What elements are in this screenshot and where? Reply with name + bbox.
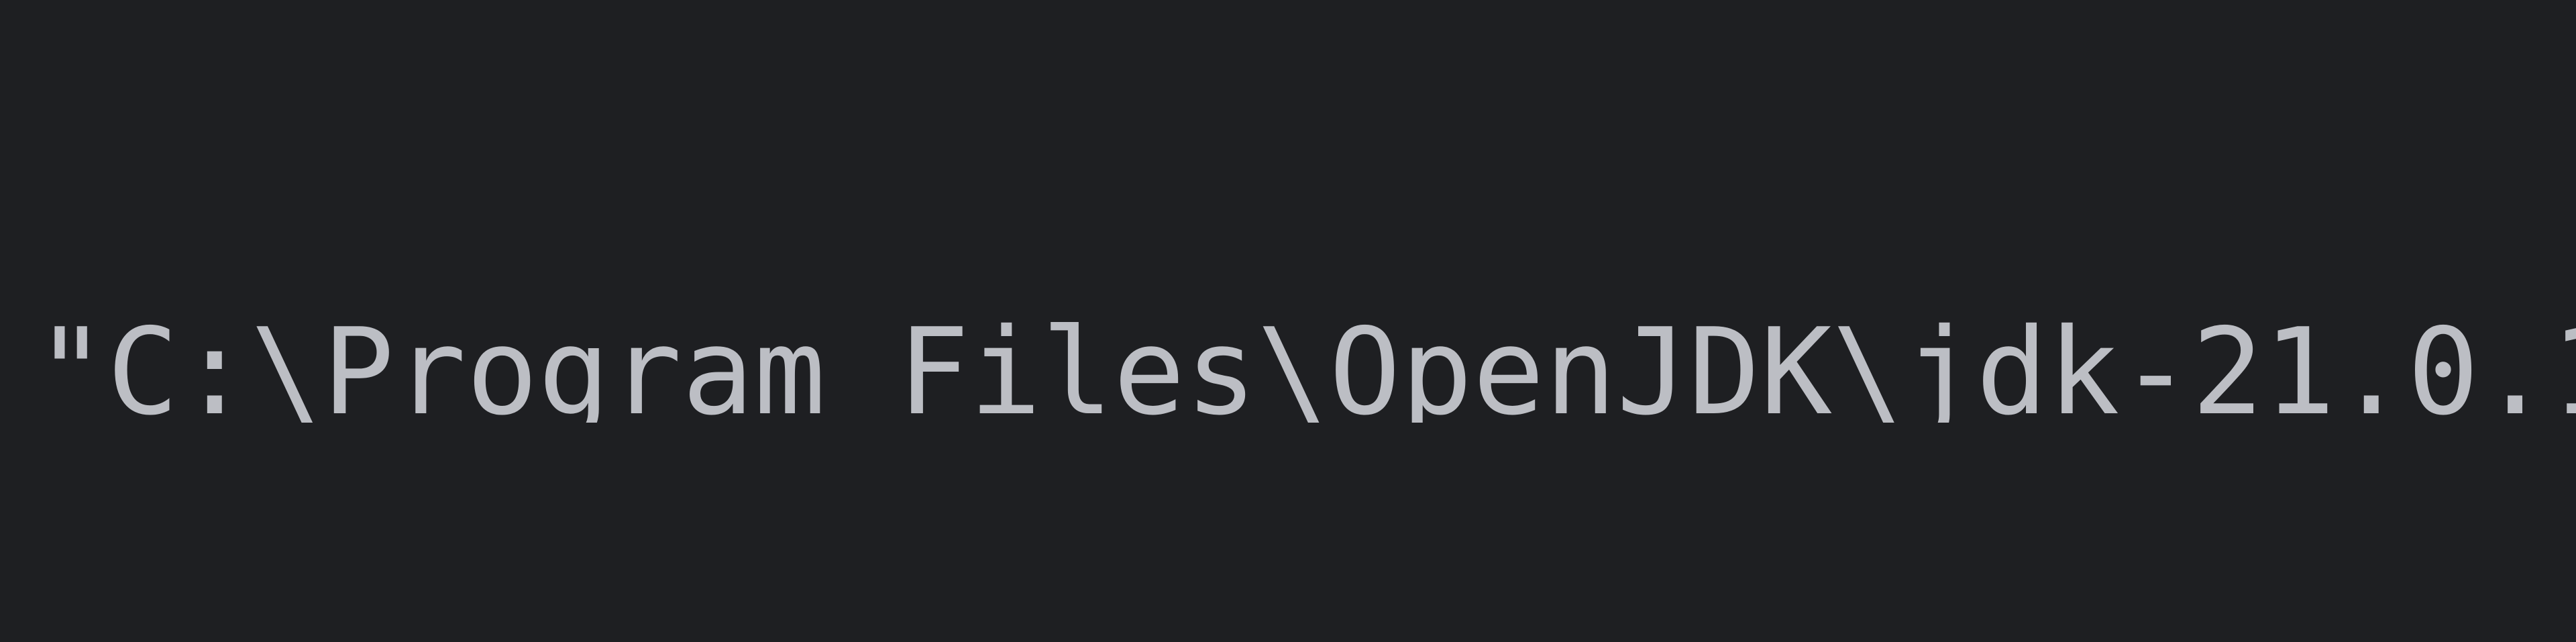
console-line-command: "C:\Program Files\OpenJDK\jdk-21.0.1 xyxy=(35,322,2576,423)
run-console-panel[interactable]: "C:\Program Files\OpenJDK\jdk-21.0.1 5 2… xyxy=(0,0,2576,642)
console-output-text-area[interactable]: "C:\Program Files\OpenJDK\jdk-21.0.1 5 2… xyxy=(0,0,2576,642)
console-command-text: "C:\Program Files\OpenJDK\jdk-21.0.1 xyxy=(35,322,2576,423)
